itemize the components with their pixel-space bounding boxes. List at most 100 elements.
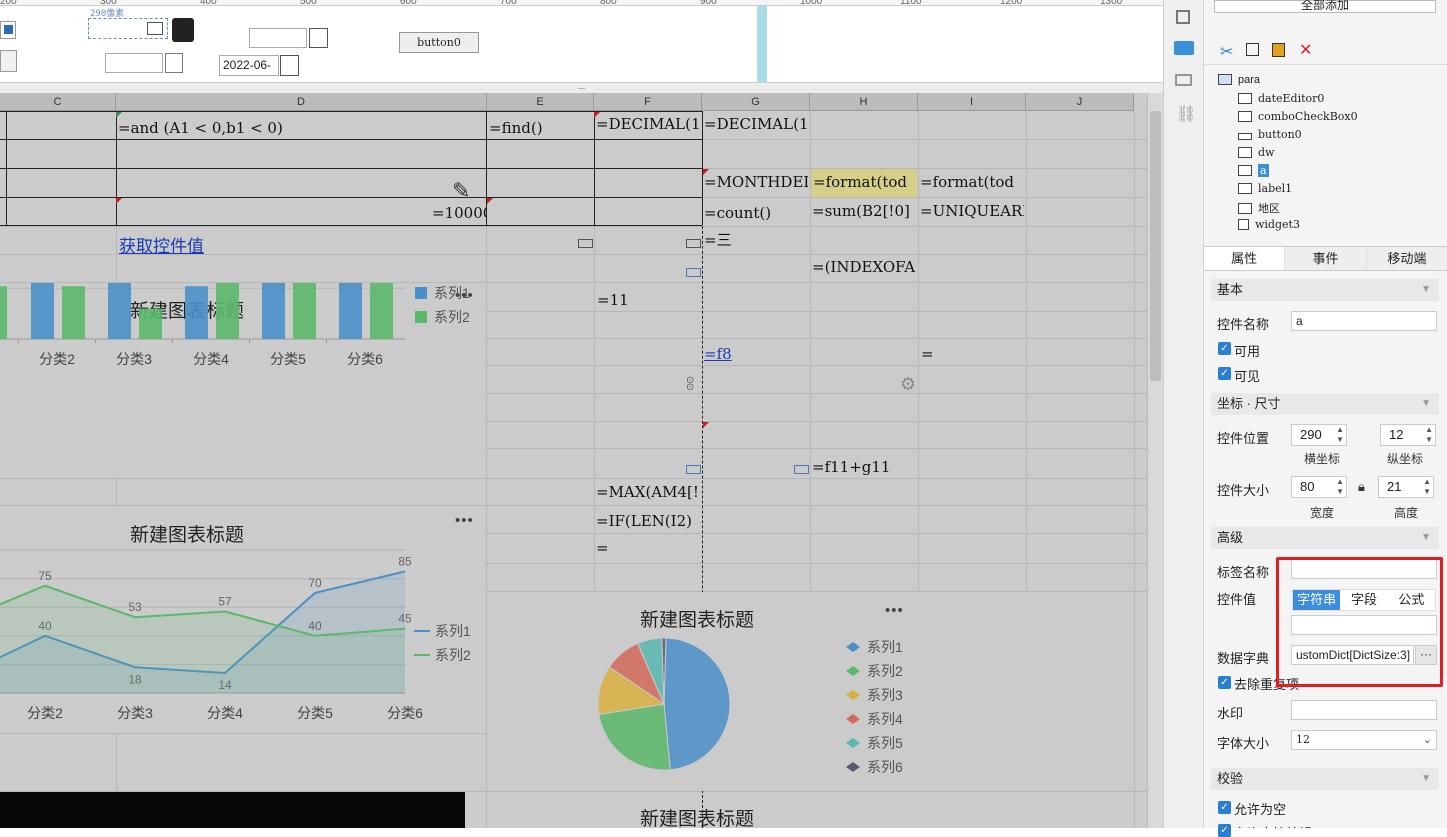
section-basic[interactable]: 基本 ▼ [1211,279,1439,301]
column-header[interactable]: E [487,93,594,111]
section-advanced[interactable]: 高级 ▼ [1211,527,1439,549]
cell-e1[interactable]: =find() [489,119,593,137]
button-stub-left[interactable] [0,50,17,72]
cell-widget-marker [686,239,701,248]
tree-item-combocheckbox[interactable]: comboCheckBox0 [1238,110,1358,123]
tree-item-button[interactable]: button0 [1238,128,1302,141]
link-marker-icon: ⊙ ⊙ [686,375,695,393]
cell-f11[interactable]: =IF(LEN(I2) [596,512,701,530]
layers-icon[interactable] [1175,74,1192,86]
area-chart[interactable]: 新建图表标题 ••• 40 18 14 70 85 系列1 75 53 57 40 45 系列2 分类2… [0,506,486,733]
font-size-select[interactable]: 12 ⌄ [1291,730,1437,750]
tree-item-label[interactable]: label1 [1238,182,1292,195]
cell-g3[interactable]: =count() [704,204,808,222]
column-header[interactable]: J [1026,93,1134,111]
vertical-scrollbar[interactable] [1147,93,1163,828]
cell-g2[interactable]: =MONTHDELTA [704,173,808,191]
tree-item-widget[interactable]: widget3 [1238,218,1300,231]
allow-edit-checkbox[interactable]: ✓ [1218,824,1231,837]
get-widget-value-link[interactable]: 获取控件值 [119,232,204,257]
bar-chart[interactable]: 新建图表标题 ••• 分类2分类3分类4分类5分类6系列1系列2 [0,283,486,478]
tree-item-region[interactable]: 地区 [1238,200,1280,216]
cell-i3[interactable]: =UNIQUEARRA [920,202,1024,220]
cell-h9[interactable]: =f11+g11 [812,458,890,476]
pie-chart[interactable]: 新建图表标题 ••• 系列1 系列2 系列3 系列4 系列5 系列6 [487,592,1134,791]
button0[interactable]: button0 [399,32,479,53]
dropdown-arrow-icon[interactable] [309,28,328,48]
position-x-stepper[interactable]: 290 ▲ ▼ [1291,424,1347,446]
allow-edit-label: 允许直接编辑 [1234,823,1312,828]
tree-item-a[interactable]: a [1238,164,1269,177]
section-position-size[interactable]: 坐标 · 尺寸 ▼ [1211,393,1439,415]
cell-f1[interactable]: =DECIMAL(18 [596,115,700,133]
column-header[interactable]: D [116,93,487,111]
panel-divider[interactable]: ... [0,82,1163,93]
x-tick-label: 分类3 [117,705,153,721]
tab-mobile[interactable]: 移动端 [1366,247,1447,270]
legend-swatch [415,311,427,323]
add-all-button[interactable]: 全部添加 [1214,0,1436,13]
bar [339,283,362,339]
tab-properties[interactable]: 属性 [1204,247,1286,270]
column-header[interactable]: I [918,93,1026,111]
column-header[interactable]: F [594,93,702,111]
enabled-label: 可用 [1234,344,1261,359]
widget-icon[interactable] [1174,41,1194,55]
frame-icon[interactable] [1176,10,1190,24]
cell-f6[interactable]: =11 [597,291,701,309]
cell-i7[interactable]: = [921,345,934,363]
height-stepper[interactable]: 21 ▲ ▼ [1378,476,1434,498]
scroll-thumb[interactable] [1150,111,1161,381]
edit-pencil-icon[interactable]: ✎ [452,178,470,204]
lock-icon[interactable] [172,18,194,42]
gear-icon[interactable]: ⚙ [900,374,916,395]
selected-combo-box[interactable] [88,18,168,39]
param-width-marker [757,6,767,82]
cell-g1[interactable]: =DECIMAL(18 [704,115,808,133]
x-tick-label: 分类5 [270,351,306,367]
combo-field[interactable] [249,28,307,48]
delete-icon[interactable]: ✕ [1299,40,1312,60]
visible-checkbox[interactable]: ✓ [1218,367,1231,380]
cell-h2[interactable]: =format(tod [811,169,917,197]
cell-g4[interactable]: =三 [704,229,808,250]
date-editor[interactable]: 2022-06- [219,55,279,76]
position-y-stepper[interactable]: 12 ▲ ▼ [1380,424,1436,446]
cell-f12[interactable]: = [596,539,701,557]
section-validation[interactable]: 校验 ▼ [1211,768,1439,790]
enabled-checkbox[interactable]: ✓ [1218,342,1231,355]
calendar-icon[interactable] [165,53,183,73]
watermark-input[interactable] [1291,700,1437,720]
column-header[interactable]: H [810,93,918,111]
tree-item-dw[interactable]: dw [1238,146,1274,159]
tree-item-para[interactable]: para [1218,74,1260,86]
cell-h5[interactable]: =(INDEXOFAR [812,258,916,276]
width-stepper[interactable]: 80 ▲ ▼ [1291,476,1347,498]
cell-widget-marker [794,465,809,474]
date-picker-icon[interactable] [280,55,299,76]
dropdown-stub-left[interactable] [0,21,16,39]
cut-icon[interactable]: ✂ [1220,42,1233,62]
column-header[interactable]: C [0,93,116,111]
cell-g7-link[interactable]: =f8 [704,345,732,363]
column-header[interactable]: G [702,93,810,111]
cell-d1[interactable]: =and (A1 < 0,b1 < 0) [118,119,478,137]
control-name-input[interactable]: a [1291,311,1437,331]
cell-h3[interactable]: =sum(B2[!0] [812,202,916,220]
lock-ratio-icon[interactable]: 🔒︎ [1358,479,1365,495]
dedupe-checkbox[interactable]: ✓ [1218,676,1231,689]
link-icon[interactable]: ⛓ [1176,104,1196,124]
text-field[interactable] [105,53,163,73]
tree-item-dateeditor[interactable]: dateEditor0 [1238,92,1324,105]
tab-events[interactable]: 事件 [1285,247,1367,270]
allow-empty-checkbox[interactable]: ✓ [1218,801,1231,814]
x-coordinate-caption: 横坐标 [1304,452,1341,466]
cell-d3[interactable]: =10000 [432,204,486,222]
paste-icon[interactable] [1272,43,1285,57]
cell-f10[interactable]: =MAX(AM4[! [596,483,701,501]
property-tabs: 属性 事件 移动端 [1204,246,1447,271]
x-tick-label: 分类4 [207,705,243,721]
copy-icon[interactable] [1246,43,1259,56]
cell-i2[interactable]: =format(tod [920,173,1024,191]
combo-arrow-icon[interactable] [147,22,163,35]
